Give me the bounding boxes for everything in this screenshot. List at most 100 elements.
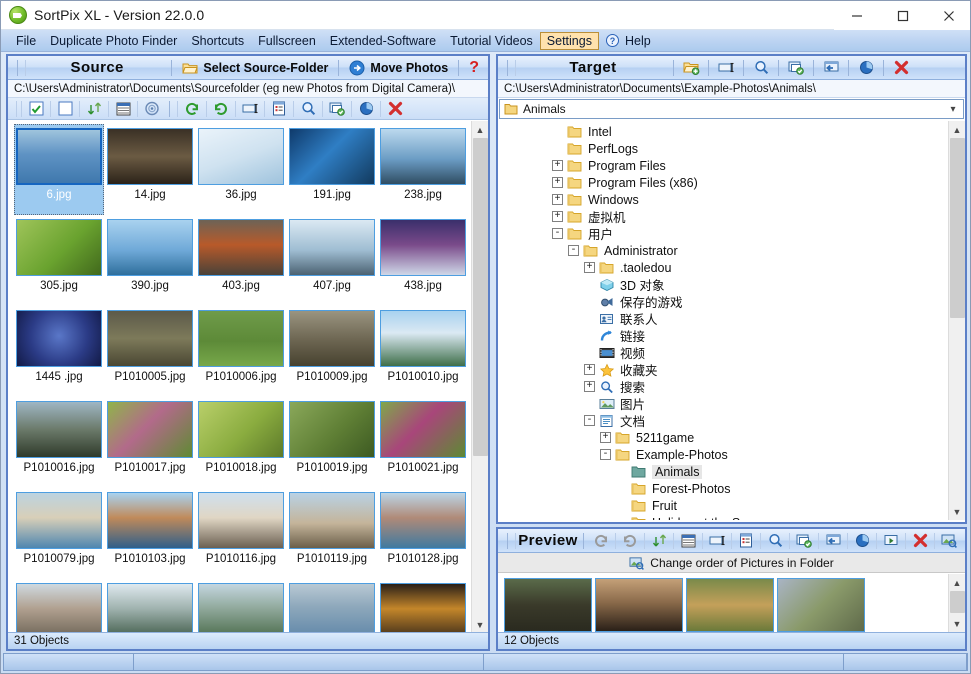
tree-node[interactable]: 3D 对象 (498, 276, 948, 293)
menu-item-help[interactable]: ? Help (599, 32, 658, 50)
expand-node-icon[interactable]: + (552, 194, 563, 205)
target-scrollbar[interactable]: ▲ ▼ (948, 121, 965, 520)
collapse-node-icon[interactable]: - (600, 449, 611, 460)
tree-node[interactable]: - Administrator (498, 242, 948, 259)
preview-pie-statistics-icon[interactable] (850, 531, 874, 551)
source-thumbnail-item[interactable]: 390.jpg (105, 215, 195, 306)
expand-node-icon[interactable]: + (552, 177, 563, 188)
source-thumbnail-item[interactable]: 403.jpg (196, 215, 286, 306)
tree-node[interactable]: - 文档 (498, 412, 948, 429)
menu-item-extended-software[interactable]: Extended-Software (323, 32, 443, 50)
menu-item-file[interactable]: File (9, 32, 43, 50)
collapse-node-icon[interactable]: - (584, 415, 595, 426)
source-thumbnail-item[interactable]: P1010119.jpg (287, 488, 377, 579)
chevron-down-icon[interactable]: ▾ (943, 100, 963, 118)
tree-node[interactable]: - Example-Photos (498, 446, 948, 463)
new-folder-icon[interactable] (679, 58, 703, 78)
preview-zoom-search-icon[interactable] (763, 531, 787, 551)
tree-node[interactable]: PerfLogs (498, 140, 948, 157)
tree-node[interactable]: + 搜索 (498, 378, 948, 395)
menu-item-fullscreen[interactable]: Fullscreen (251, 32, 323, 50)
collapse-node-icon[interactable]: - (568, 245, 579, 256)
preview-sort-updown-icon[interactable] (647, 531, 671, 551)
source-thumbnail-item[interactable] (196, 579, 286, 633)
collapse-node-icon[interactable]: - (552, 228, 563, 239)
preview-rotate-right-icon[interactable] (618, 531, 642, 551)
tree-node[interactable]: 联系人 (498, 310, 948, 327)
target-zoom-search-icon[interactable] (749, 58, 773, 78)
tree-node[interactable]: Forest-Photos (498, 480, 948, 497)
preview-thumbnail-item[interactable] (595, 578, 683, 632)
source-thumbnail-item[interactable]: P1010006.jpg (196, 306, 286, 397)
preview-rename-icon[interactable] (705, 531, 729, 551)
tree-node[interactable]: Intel (498, 123, 948, 140)
menu-item-settings[interactable]: Settings (539, 31, 599, 50)
source-thumbnail-item[interactable]: P1010079.jpg (14, 488, 104, 579)
preview-copy-to-folder-icon[interactable] (792, 531, 816, 551)
menu-item-shortcuts[interactable]: Shortcuts (184, 32, 251, 50)
rename-icon[interactable] (238, 99, 262, 119)
preview-scrollbar[interactable]: ▲ ▼ (948, 574, 965, 632)
rename-folder-icon[interactable] (714, 58, 738, 78)
source-thumbnail-item[interactable]: P1010009.jpg (287, 306, 377, 397)
maximize-button[interactable] (880, 1, 926, 30)
source-thumbnail-item[interactable]: 438.jpg (378, 215, 468, 306)
tree-node[interactable]: +5211game (498, 429, 948, 446)
source-thumbnail-item[interactable]: P1010005.jpg (105, 306, 195, 397)
select-all-checkbox-icon[interactable] (24, 99, 48, 119)
tree-node[interactable]: Fruit (498, 497, 948, 514)
source-scrollbar[interactable]: ▲ ▼ (471, 121, 488, 633)
target-pie-statistics-icon[interactable] (854, 58, 878, 78)
source-thumbnail-item[interactable]: 36.jpg (196, 124, 286, 215)
scroll-up-icon[interactable]: ▲ (472, 121, 489, 138)
source-thumbnail-item[interactable]: 407.jpg (287, 215, 377, 306)
source-thumbnail-item[interactable]: 305.jpg (14, 215, 104, 306)
tree-node[interactable]: + 虚拟机 (498, 208, 948, 225)
target-copy-to-folder-icon[interactable] (784, 58, 808, 78)
expand-node-icon[interactable]: + (552, 211, 563, 222)
source-thumbnail-item[interactable]: P1010017.jpg (105, 397, 195, 488)
scroll-down-icon[interactable]: ▼ (472, 616, 489, 633)
preview-thumbnail-item[interactable] (777, 578, 865, 632)
tree-node[interactable]: + Windows (498, 191, 948, 208)
expand-node-icon[interactable]: + (552, 160, 563, 171)
preview-thumbnail-item[interactable] (686, 578, 774, 632)
source-thumbnail-item[interactable] (378, 579, 468, 633)
preview-delete-red-x-icon[interactable] (908, 531, 932, 551)
preview-details-list-icon[interactable] (676, 531, 700, 551)
preview-thumbnail-item[interactable] (504, 578, 592, 632)
source-help-button[interactable]: ? (464, 58, 484, 78)
expand-node-icon[interactable]: + (584, 262, 595, 273)
sort-updown-icon[interactable] (82, 99, 106, 119)
tree-node[interactable]: + Program Files (x86) (498, 174, 948, 191)
close-button[interactable] (926, 1, 970, 30)
source-thumbnail-item[interactable]: 191.jpg (287, 124, 377, 215)
edit-properties-icon[interactable] (267, 99, 291, 119)
move-photos-button[interactable]: Move Photos (344, 59, 453, 77)
slideshow-play-icon[interactable] (879, 531, 903, 551)
source-thumbnail-item[interactable]: 238.jpg (378, 124, 468, 215)
source-thumbnail-item[interactable]: 14.jpg (105, 124, 195, 215)
target-scroll-up-icon[interactable]: ▲ (949, 121, 966, 138)
source-thumbnail-item[interactable]: 6.jpg (14, 124, 104, 215)
change-order-icon[interactable] (937, 531, 961, 551)
tree-node[interactable]: + 收藏夹 (498, 361, 948, 378)
preview-rotate-left-icon[interactable] (589, 531, 613, 551)
source-thumbnail-item[interactable]: P1010010.jpg (378, 306, 468, 397)
source-thumbnail-item[interactable] (287, 579, 377, 633)
slideshow-icon[interactable] (140, 99, 164, 119)
source-thumbnail-item[interactable]: P1010103.jpg (105, 488, 195, 579)
target-delete-red-x-icon[interactable] (889, 58, 913, 78)
source-thumbnail-item[interactable]: P1010021.jpg (378, 397, 468, 488)
tree-node[interactable]: + .taoledou (498, 259, 948, 276)
tree-node[interactable]: 图片 (498, 395, 948, 412)
change-order-bar[interactable]: Change order of Pictures in Folder (498, 553, 965, 573)
tree-node[interactable]: 视频 (498, 344, 948, 361)
minimize-button[interactable] (834, 1, 880, 30)
source-thumbnail-item[interactable]: P1010116.jpg (196, 488, 286, 579)
source-thumbnail-item[interactable]: P1010128.jpg (378, 488, 468, 579)
rotate-left-icon[interactable] (180, 99, 204, 119)
select-source-folder-button[interactable]: Select Source-Folder (177, 60, 333, 76)
source-thumbnail-item[interactable] (105, 579, 195, 633)
preview-edit-properties-icon[interactable] (734, 531, 758, 551)
